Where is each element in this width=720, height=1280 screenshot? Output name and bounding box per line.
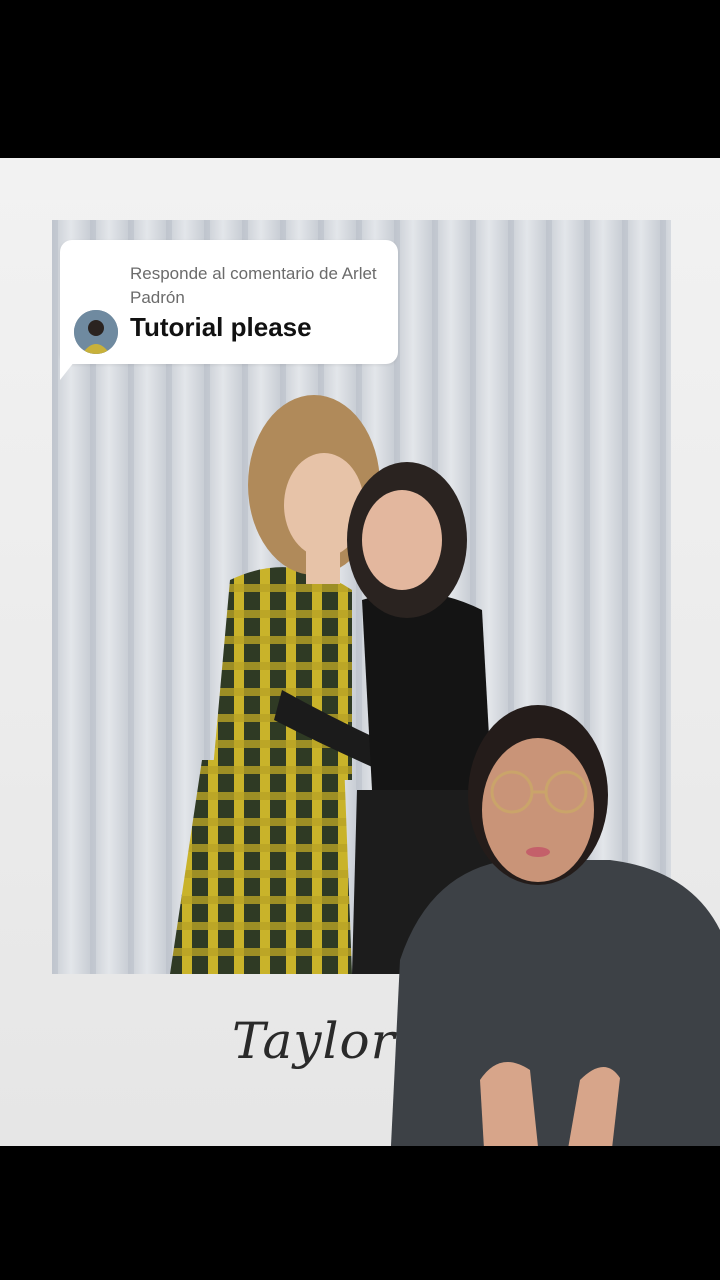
bottom-letterbox <box>0 1146 720 1280</box>
top-letterbox <box>0 0 720 158</box>
comment-text: Tutorial please <box>130 312 312 342</box>
user-avatar-icon <box>74 310 118 354</box>
reply-comment-bubble[interactable]: Responde al comentario de Arlet Padrón T… <box>60 240 398 364</box>
bubble-tail <box>60 352 82 380</box>
commenter-avatar[interactable] <box>74 310 118 354</box>
reply-label: Responde al comentario de Arlet Padrón <box>130 264 377 307</box>
creator-video-overlay <box>390 700 720 1166</box>
